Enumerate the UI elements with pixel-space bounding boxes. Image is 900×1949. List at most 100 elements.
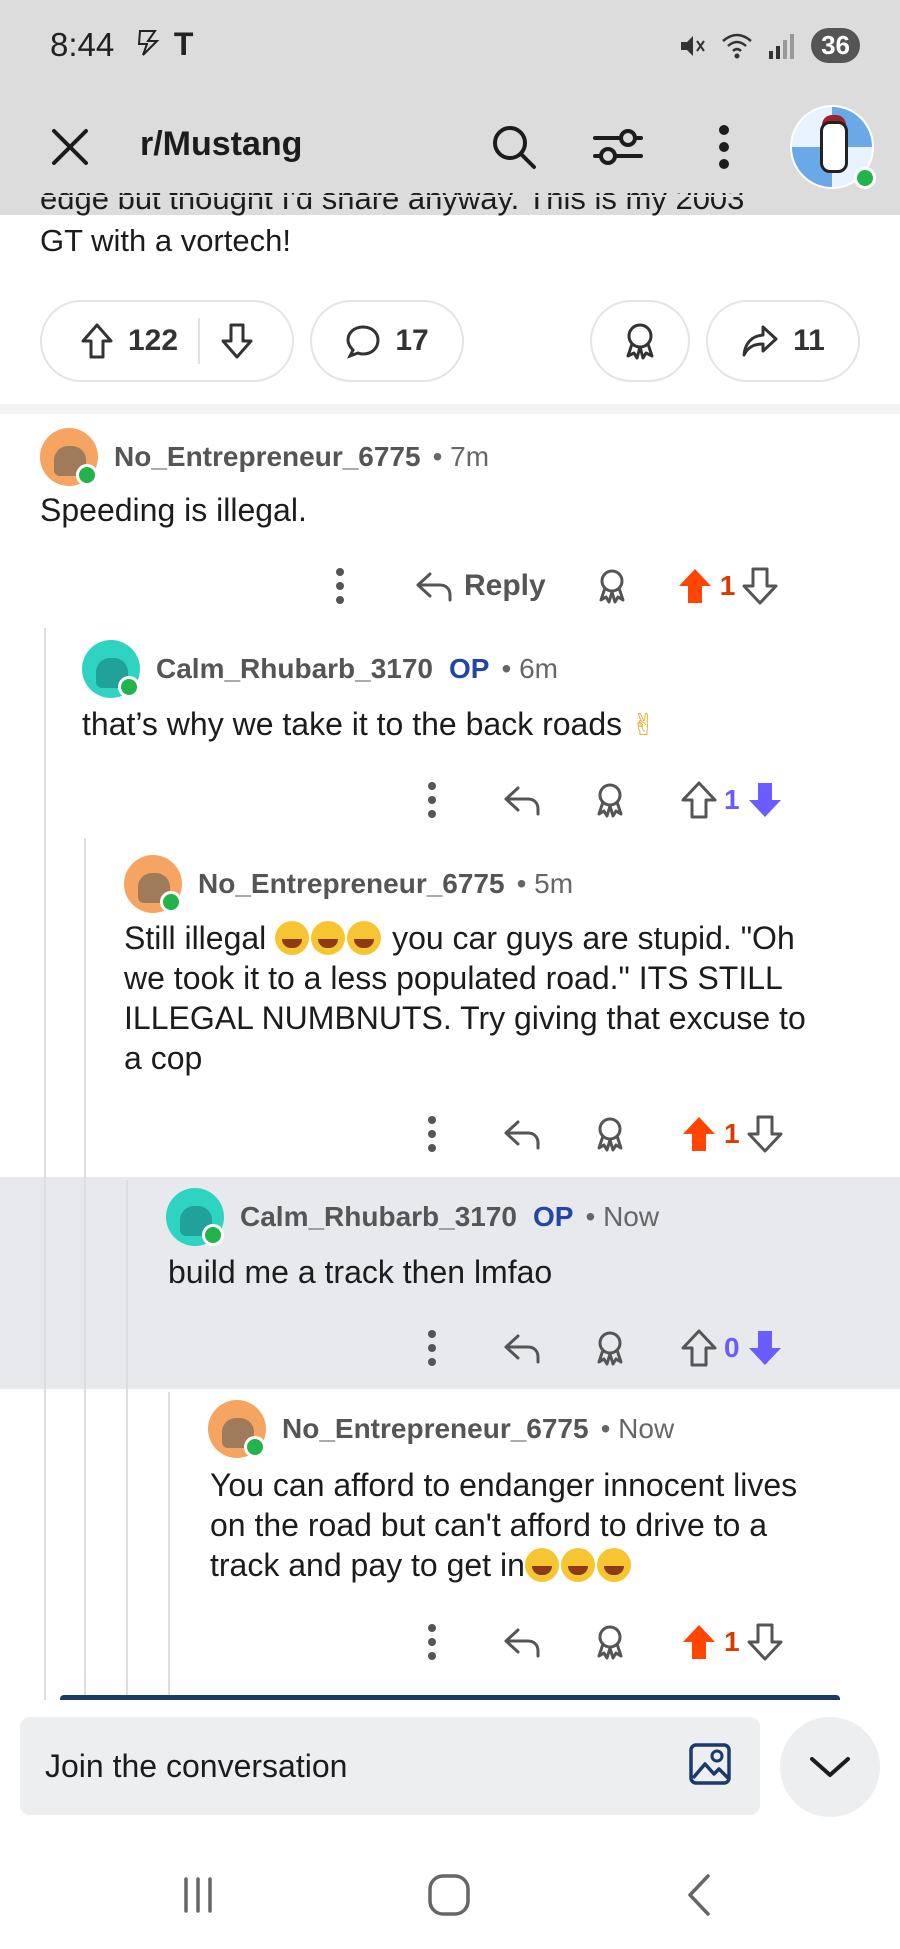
upvote-icon[interactable]: [80, 322, 114, 360]
add-image-button[interactable]: [688, 1742, 732, 1786]
post-divider: [0, 404, 900, 414]
comment-body: build me a track then lmfao: [168, 1254, 553, 1290]
comment-text: that’s why we take it to the back roads: [82, 706, 623, 742]
home-button[interactable]: [414, 1860, 484, 1930]
status-bar: 8:44 T 36: [0, 0, 900, 95]
chevron-down-icon: [810, 1757, 850, 1777]
reply-button[interactable]: [502, 782, 542, 818]
recent-apps-button[interactable]: [163, 1860, 233, 1930]
more-vertical-icon: [428, 1330, 436, 1366]
comment-text: Still illegal: [124, 920, 267, 956]
comment-username[interactable]: No_Entrepreneur_6775: [282, 1413, 589, 1445]
reply-icon: [504, 1120, 540, 1150]
post-comments-button[interactable]: 17: [310, 300, 464, 382]
post-comment-count: 17: [395, 324, 429, 357]
comment-body: You can afford to endanger innocent live…: [210, 1465, 890, 1585]
share-icon: [742, 325, 778, 357]
reply-button[interactable]: [502, 1330, 542, 1366]
laughing-emoji: [560, 1548, 595, 1582]
commenter-avatar[interactable]: [82, 640, 140, 698]
comment-more-button[interactable]: [412, 1328, 452, 1368]
join-conversation-placeholder: Join the conversation: [45, 1748, 348, 1784]
image-icon: [689, 1743, 731, 1785]
upvote-filled-icon[interactable]: [680, 1622, 718, 1662]
comment-header: No_Entrepreneur_6775 • 7m: [40, 428, 489, 486]
back-icon: [688, 1874, 710, 1916]
filter-button[interactable]: [590, 119, 646, 175]
comment-award-button[interactable]: [592, 1115, 628, 1153]
post-share-button[interactable]: 11: [706, 300, 860, 382]
commenter-avatar[interactable]: [124, 855, 182, 913]
comment-vote-group: 1: [680, 1114, 784, 1154]
reply-button[interactable]: Reply: [414, 568, 546, 604]
status-left-icons: T: [135, 26, 193, 63]
reply-button[interactable]: [502, 1116, 542, 1152]
comment-vote-count: 0: [724, 1332, 740, 1363]
downvote-icon[interactable]: [746, 1114, 784, 1154]
comment-line-3: ILLEGAL NUMBNUTS. Try giving that excuse…: [124, 1000, 806, 1036]
award-icon: [597, 1331, 623, 1366]
award-icon: [599, 569, 625, 604]
user-avatar[interactable]: [790, 105, 876, 189]
more-vertical-icon: [428, 1624, 436, 1660]
comment-bubble-icon: [346, 325, 380, 359]
comment-body: Still illegal you car guys are stupid. "…: [124, 918, 864, 1078]
header-edge: [0, 195, 900, 197]
op-badge: OP: [449, 653, 490, 684]
reply-icon: [504, 1334, 540, 1364]
comment-username[interactable]: Calm_Rhubarb_3170: [240, 1201, 517, 1233]
comment-award-button[interactable]: [594, 567, 630, 605]
online-indicator: [76, 464, 98, 486]
search-button[interactable]: [486, 119, 542, 175]
comment-time: • 6m: [501, 653, 558, 684]
reply-button[interactable]: [502, 1624, 542, 1660]
comment-header: Calm_Rhubarb_3170 OP • 6m: [82, 640, 558, 698]
battery-indicator: 36: [811, 28, 860, 63]
comment-time: • Now: [585, 1201, 660, 1232]
close-button[interactable]: [48, 125, 92, 169]
comment-more-button[interactable]: [412, 1114, 452, 1154]
comment-header: No_Entrepreneur_6775 • Now: [208, 1400, 674, 1458]
comment-line-2: on the road but can't afford to drive to…: [210, 1507, 767, 1543]
back-button[interactable]: [665, 1860, 735, 1930]
post-action-bar: 122 17 11: [40, 300, 860, 384]
comment-award-button[interactable]: [592, 1329, 628, 1367]
thread-line-2: [84, 838, 86, 1700]
comment-vote-group: 0: [680, 1328, 784, 1368]
status-right-icons: 36: [677, 28, 860, 63]
comment-more-button[interactable]: [320, 566, 360, 606]
post-body: edge but thought I'd share anyway. This …: [40, 193, 860, 261]
comment-award-button[interactable]: [592, 781, 628, 819]
comment-actions: Reply 1: [320, 566, 779, 606]
comment-username[interactable]: No_Entrepreneur_6775: [198, 868, 505, 900]
upvote-icon[interactable]: [680, 780, 718, 820]
comment-award-button[interactable]: [592, 1623, 628, 1661]
downvote-filled-icon[interactable]: [746, 1328, 784, 1368]
commenter-avatar[interactable]: [208, 1400, 266, 1458]
downvote-icon[interactable]: [746, 1622, 784, 1662]
commenter-avatar[interactable]: [166, 1188, 224, 1246]
wifi-icon: [722, 33, 752, 58]
downvote-filled-icon[interactable]: [746, 780, 784, 820]
commenter-avatar[interactable]: [40, 428, 98, 486]
upvote-icon[interactable]: [680, 1328, 718, 1368]
collapse-button[interactable]: [780, 1717, 880, 1817]
downvote-icon[interactable]: [220, 322, 254, 360]
laughing-emoji: [596, 1548, 631, 1582]
comment-more-button[interactable]: [412, 780, 452, 820]
comment-actions: 1: [412, 1114, 784, 1154]
comment-line-1: Still illegal you car guys are stupid. "…: [124, 918, 864, 958]
upvote-filled-icon[interactable]: [680, 1114, 718, 1154]
comment-header: No_Entrepreneur_6775 • 5m: [124, 855, 573, 913]
more-vertical-icon: [428, 782, 436, 818]
more-options-button[interactable]: [696, 119, 752, 175]
downvote-icon[interactable]: [741, 566, 779, 606]
more-vertical-icon: [428, 1116, 436, 1152]
subreddit-title[interactable]: r/Mustang: [140, 125, 302, 164]
post-award-button[interactable]: [590, 300, 690, 382]
comment-text: track and pay to get in: [210, 1547, 525, 1583]
upvote-filled-icon[interactable]: [676, 566, 714, 606]
comment-username[interactable]: Calm_Rhubarb_3170: [156, 653, 433, 685]
comment-more-button[interactable]: [412, 1622, 452, 1662]
comment-username[interactable]: No_Entrepreneur_6775: [114, 441, 421, 473]
